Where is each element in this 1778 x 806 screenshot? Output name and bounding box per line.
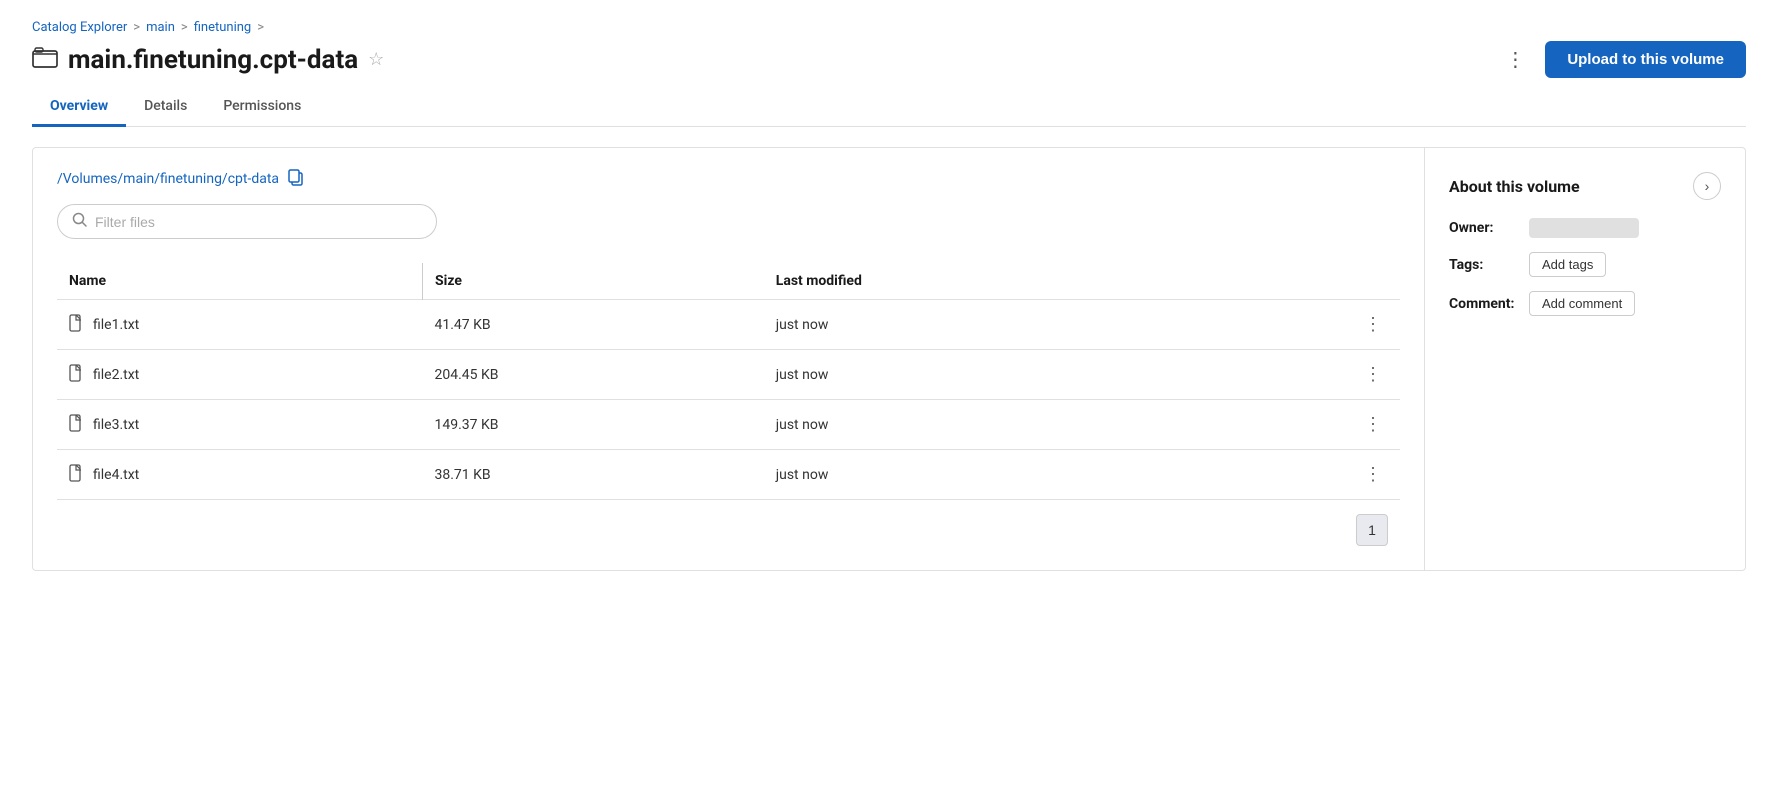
col-size: Size: [423, 263, 764, 300]
file-name-2: file3.txt: [93, 417, 139, 433]
upload-button[interactable]: Upload to this volume: [1545, 41, 1746, 78]
pagination-row: 1: [57, 500, 1400, 550]
file-name-cell-1: file2.txt: [57, 350, 423, 400]
header-actions: ⋮ Upload to this volume: [1497, 41, 1746, 78]
add-tags-button[interactable]: Add tags: [1529, 252, 1606, 277]
file-table: Name Size Last modified: [57, 263, 1400, 500]
file-name-cell-3: file4.txt: [57, 450, 423, 500]
breadcrumb-finetuning[interactable]: finetuning: [194, 20, 252, 35]
file-name-1: file2.txt: [93, 367, 139, 383]
file-icon-3: [69, 464, 85, 486]
tags-row: Tags: Add tags: [1449, 252, 1721, 277]
filter-input[interactable]: [95, 214, 422, 230]
header-row: main.finetuning.cpt-data ☆ ⋮ Upload to t…: [32, 41, 1746, 78]
breadcrumb-sep-3: >: [257, 20, 264, 35]
filter-row: [57, 204, 1400, 239]
file-modified-1: just now: [764, 350, 1191, 400]
tab-overview[interactable]: Overview: [32, 88, 126, 127]
breadcrumb-catalog-explorer[interactable]: Catalog Explorer: [32, 20, 127, 35]
right-panel: About this volume › Owner: Tags: Add tag…: [1425, 148, 1745, 570]
table-row: file1.txt 41.47 KB just now ⋮: [57, 300, 1400, 350]
file-action-cell-2: ⋮: [1191, 400, 1400, 450]
title-area: main.finetuning.cpt-data ☆: [32, 45, 384, 75]
col-name: Name: [57, 263, 423, 300]
file-size-3: 38.71 KB: [423, 450, 764, 500]
copy-icon[interactable]: [287, 168, 305, 190]
row-kebab-button-1[interactable]: ⋮: [1358, 362, 1388, 387]
about-header: About this volume ›: [1449, 172, 1721, 200]
file-size-1: 204.45 KB: [423, 350, 764, 400]
comment-label: Comment:: [1449, 296, 1519, 312]
tab-permissions[interactable]: Permissions: [205, 88, 319, 127]
file-name-0: file1.txt: [93, 317, 139, 333]
file-action-cell-3: ⋮: [1191, 450, 1400, 500]
owner-row: Owner:: [1449, 218, 1721, 238]
owner-label: Owner:: [1449, 220, 1519, 236]
page-container: Catalog Explorer > main > finetuning > m…: [0, 0, 1778, 806]
breadcrumb-sep-1: >: [133, 20, 140, 35]
left-panel: /Volumes/main/finetuning/cpt-data: [33, 148, 1425, 570]
table-row: file3.txt 149.37 KB just now ⋮: [57, 400, 1400, 450]
owner-value-placeholder: [1529, 218, 1639, 238]
breadcrumb-main[interactable]: main: [146, 20, 175, 35]
volume-icon: [32, 46, 58, 74]
page-title: main.finetuning.cpt-data: [68, 45, 358, 75]
file-modified-0: just now: [764, 300, 1191, 350]
file-size-2: 149.37 KB: [423, 400, 764, 450]
comment-row: Comment: Add comment: [1449, 291, 1721, 316]
file-modified-2: just now: [764, 400, 1191, 450]
expand-button[interactable]: ›: [1693, 172, 1721, 200]
about-title: About this volume: [1449, 177, 1580, 196]
volume-path: /Volumes/main/finetuning/cpt-data: [57, 171, 279, 187]
file-action-cell-0: ⋮: [1191, 300, 1400, 350]
tags-label: Tags:: [1449, 257, 1519, 273]
table-row: file4.txt 38.71 KB just now ⋮: [57, 450, 1400, 500]
file-name-cell-0: file1.txt: [57, 300, 423, 350]
breadcrumb: Catalog Explorer > main > finetuning >: [32, 20, 1746, 35]
filter-input-wrap: [57, 204, 437, 239]
tabs: Overview Details Permissions: [32, 88, 1746, 127]
chevron-right-icon: ›: [1705, 178, 1710, 194]
table-row: file2.txt 204.45 KB just now ⋮: [57, 350, 1400, 400]
file-icon-0: [69, 314, 85, 336]
file-action-cell-1: ⋮: [1191, 350, 1400, 400]
row-kebab-button-2[interactable]: ⋮: [1358, 412, 1388, 437]
file-size-0: 41.47 KB: [423, 300, 764, 350]
main-layout: /Volumes/main/finetuning/cpt-data: [32, 147, 1746, 571]
volume-path-row: /Volumes/main/finetuning/cpt-data: [57, 168, 1400, 190]
file-icon-2: [69, 414, 85, 436]
file-icon-1: [69, 364, 85, 386]
tab-details[interactable]: Details: [126, 88, 205, 127]
row-kebab-button-3[interactable]: ⋮: [1358, 462, 1388, 487]
breadcrumb-sep-2: >: [181, 20, 188, 35]
file-name-3: file4.txt: [93, 467, 139, 483]
file-name-cell-2: file3.txt: [57, 400, 423, 450]
add-comment-button[interactable]: Add comment: [1529, 291, 1635, 316]
file-modified-3: just now: [764, 450, 1191, 500]
search-icon: [72, 212, 87, 231]
row-kebab-button-0[interactable]: ⋮: [1358, 312, 1388, 337]
page-1-button[interactable]: 1: [1356, 514, 1388, 546]
col-actions: [1191, 263, 1400, 300]
col-last-modified: Last modified: [764, 263, 1191, 300]
header-kebab-button[interactable]: ⋮: [1497, 43, 1533, 76]
star-icon[interactable]: ☆: [368, 49, 384, 70]
